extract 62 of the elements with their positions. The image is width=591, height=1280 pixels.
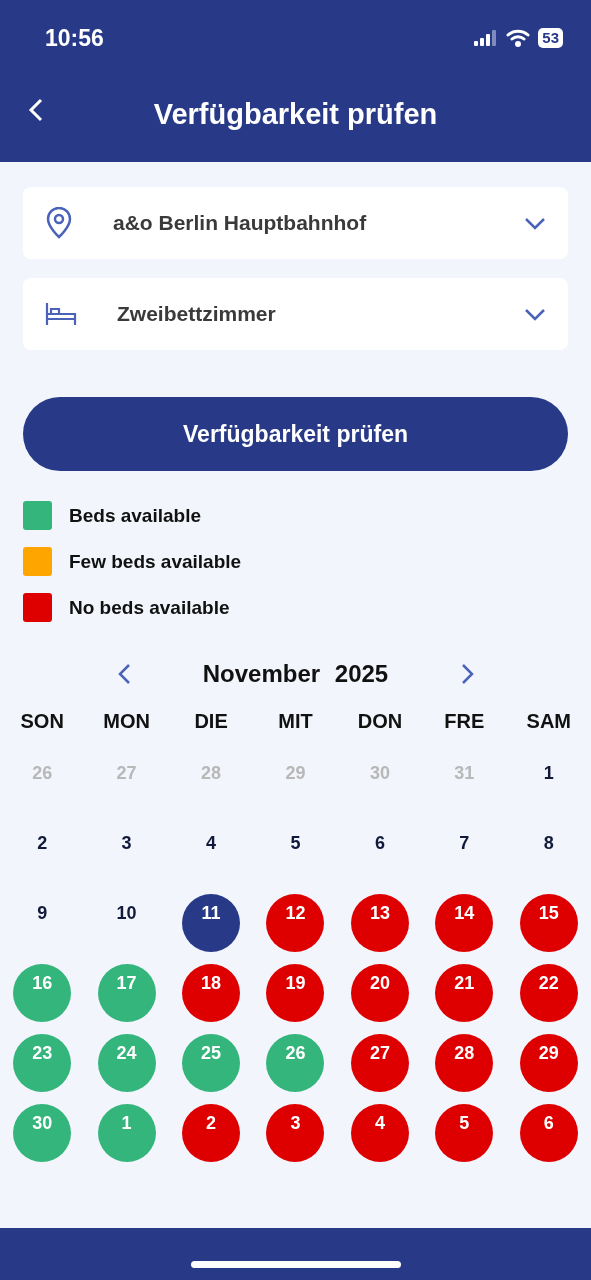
calendar-day[interactable]: 12 (266, 894, 325, 952)
calendar-day[interactable]: 15 (519, 894, 578, 952)
calendar-day[interactable]: 25 (182, 1034, 241, 1092)
calendar-day[interactable]: 18 (182, 964, 241, 1022)
calendar-day[interactable]: 11 (182, 894, 241, 952)
dropdown-field[interactable]: Zweibettzimmer (23, 278, 568, 350)
chevron-down-icon (524, 216, 546, 230)
calendar-day[interactable]: 7 (435, 824, 494, 882)
calendar-day[interactable]: 26 (266, 1034, 325, 1092)
status-time: 10:56 (45, 24, 104, 52)
weekday-label: MON (103, 710, 150, 734)
next-month-icon[interactable] (460, 663, 475, 685)
calendar-day[interactable]: 4 (350, 1104, 409, 1162)
chevron-down-icon (524, 307, 546, 321)
calendar-day[interactable]: 2 (13, 824, 72, 882)
calendar-day[interactable]: 21 (435, 964, 494, 1022)
wifi-icon (506, 29, 531, 47)
calendar-day[interactable]: 24 (97, 1034, 156, 1092)
calendar-day[interactable]: 14 (435, 894, 494, 952)
dropdown-field[interactable]: a&o Berlin Hauptbahnhof (23, 187, 568, 259)
page-title: Verfügbarkeit prüfen (153, 97, 438, 131)
calendar-day[interactable]: 3 (97, 824, 156, 882)
legend-label: Few beds available (69, 550, 242, 573)
battery-level: 53 (538, 28, 563, 48)
legend-label: Beds available (69, 504, 202, 527)
calendar-day[interactable]: 19 (266, 964, 325, 1022)
legend-label: No beds available (69, 596, 230, 619)
check-availability-button[interactable]: Verfügbarkeit prüfen (23, 397, 568, 471)
calendar-day[interactable]: 29 (519, 1034, 578, 1092)
calendar-day[interactable]: 1 (97, 1104, 156, 1162)
calendar-day[interactable]: 17 (97, 964, 156, 1022)
signal-icon (474, 30, 499, 46)
weekday-label: DIE (194, 710, 228, 734)
calendar-day[interactable]: 8 (519, 824, 578, 882)
previous-month-icon[interactable] (116, 663, 131, 685)
calendar-day[interactable]: 10 (97, 894, 156, 952)
calendar-day[interactable]: 13 (350, 894, 409, 952)
calendar-day[interactable]: 20 (350, 964, 409, 1022)
calendar-day[interactable]: 22 (519, 964, 578, 1022)
calendar-day[interactable]: 6 (519, 1104, 578, 1162)
calendar-day[interactable]: 16 (13, 964, 72, 1022)
calendar-day[interactable]: 1 (519, 754, 578, 812)
location-pin-icon (45, 207, 73, 239)
weekday-label: DON (357, 710, 403, 734)
calendar-day[interactable]: 27 (350, 1034, 409, 1092)
month-title: November 2025 (201, 660, 390, 688)
calendar-day[interactable]: 23 (13, 1034, 72, 1092)
calendar-day[interactable]: 4 (182, 824, 241, 882)
calendar-day[interactable]: 6 (350, 824, 409, 882)
bed-icon (45, 301, 77, 327)
calendar-day[interactable]: 2 (182, 1104, 241, 1162)
weekday-label: SAM (526, 710, 571, 734)
calendar-day[interactable]: 5 (435, 1104, 494, 1162)
calendar-day[interactable]: 3 (266, 1104, 325, 1162)
weekday-label: SON (20, 710, 64, 734)
calendar-day[interactable]: 28 (435, 1034, 494, 1092)
back-icon[interactable] (28, 98, 44, 122)
calendar-day[interactable]: 30 (13, 1104, 72, 1162)
calendar-day[interactable]: 9 (13, 894, 72, 952)
weekday-label: MIT (278, 710, 313, 734)
weekday-label: FRE (444, 710, 485, 734)
calendar-day[interactable]: 5 (266, 824, 325, 882)
